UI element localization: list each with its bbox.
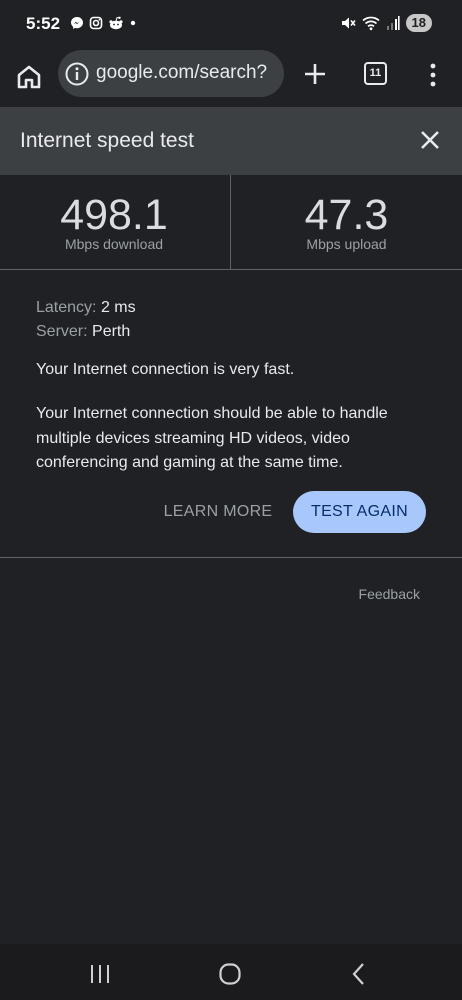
mute-icon (341, 17, 356, 29)
speed-test-title: Internet speed test (20, 129, 194, 152)
instagram-icon (89, 16, 103, 30)
connection-details: Latency: 2 ms Server: Perth (36, 296, 436, 344)
server-row: Server: Perth (36, 320, 436, 344)
battery-indicator: 18 (405, 14, 432, 32)
speed-test-header: Internet speed test (0, 107, 462, 175)
wifi-icon (361, 16, 380, 31)
system-nav-bar (0, 944, 462, 1000)
latency-label: Latency: (36, 299, 97, 316)
notification-icons (70, 16, 137, 30)
status-time: 5:52 (26, 14, 61, 33)
nav-home-icon[interactable] (218, 962, 242, 986)
speed-description: Your Internet connection should be able … (36, 405, 388, 471)
signal-icon (386, 16, 400, 30)
divider (0, 557, 462, 558)
feedback-link[interactable]: Feedback (359, 586, 420, 602)
speed-summary: Your Internet connection is very fast. (36, 361, 295, 378)
download-unit: Mbps download (64, 236, 164, 252)
browser-toolbar: google.com/search? 11 (0, 50, 462, 106)
test-again-button[interactable]: TEST AGAIN (293, 491, 426, 533)
latency-row: Latency: 2 ms (36, 296, 436, 320)
address-bar[interactable]: google.com/search? (58, 50, 284, 97)
messenger-icon (71, 17, 83, 29)
recents-icon[interactable] (88, 964, 112, 984)
upload-unit: Mbps upload (306, 236, 387, 252)
close-icon[interactable] (416, 126, 444, 154)
home-icon[interactable] (14, 62, 44, 92)
latency-value: 2 ms (100, 299, 136, 316)
more-menu-icon[interactable] (424, 62, 442, 88)
server-value: Perth (92, 323, 131, 340)
download-value: 498.1 (60, 191, 168, 239)
upload-result: 47.3 Mbps upload (231, 175, 462, 269)
new-tab-icon[interactable] (301, 60, 329, 88)
tab-switcher-button[interactable]: 11 (364, 62, 387, 85)
info-icon[interactable] (64, 61, 90, 87)
download-result: 498.1 Mbps download (0, 175, 231, 269)
back-icon[interactable] (350, 962, 368, 986)
upload-value: 47.3 (304, 191, 389, 239)
server-label: Server: (36, 323, 88, 340)
url-text[interactable]: google.com/search? (96, 62, 267, 84)
dot-icon (130, 20, 136, 26)
system-icons: 18 (340, 14, 432, 32)
learn-more-button[interactable]: LEARN MORE (160, 492, 276, 532)
speed-results: 498.1 Mbps download 47.3 Mbps upload (0, 175, 462, 270)
status-bar: 5:52 18 (0, 0, 462, 50)
reddit-icon (109, 16, 123, 30)
